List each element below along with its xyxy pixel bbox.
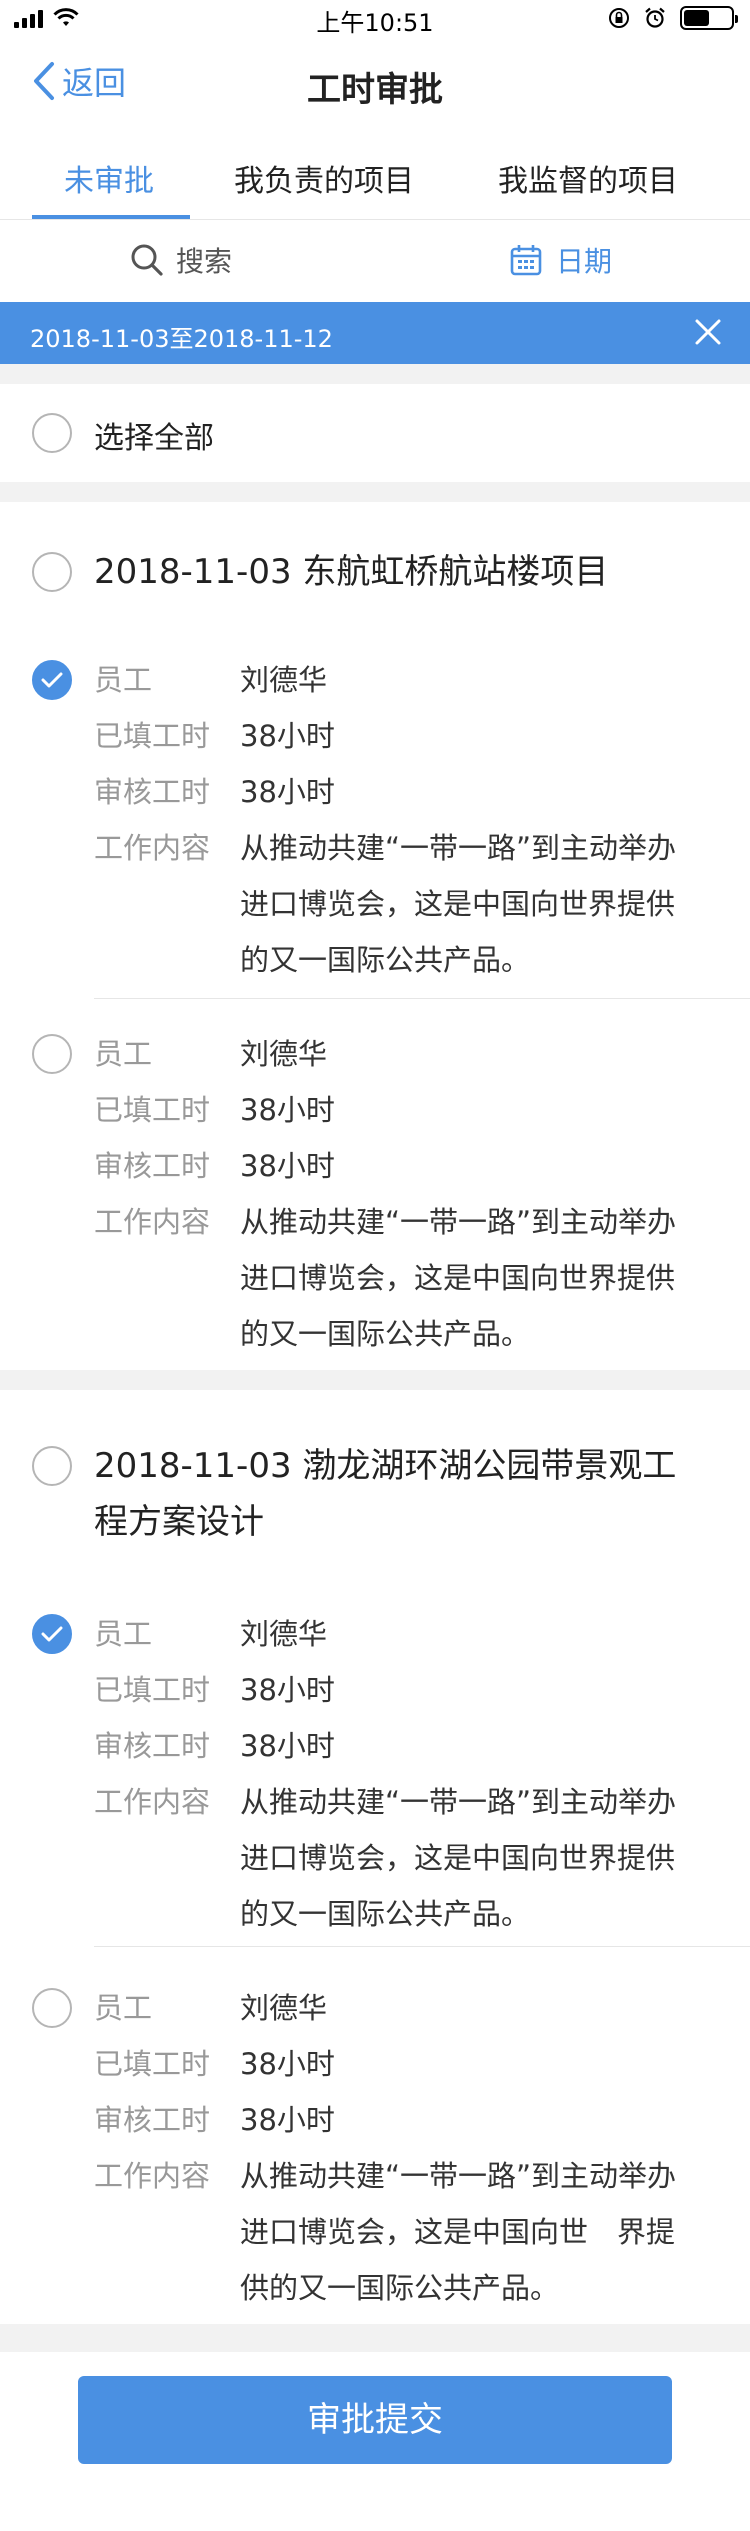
project-card: 2018-11-03 东航虹桥航站楼项目 员工 刘德华 已填工时 38小时 审核工时… xyxy=(0,502,750,1370)
project-title: 2018-11-03 渤龙湖环湖公园带景观工 程方案设计 xyxy=(94,1446,677,1542)
filter-bar: 搜索 日期 xyxy=(0,220,750,302)
divider xyxy=(94,998,750,999)
status-time: 上午10:51 xyxy=(316,8,434,37)
content-label: 工作内容 xyxy=(94,831,211,865)
tab-my-projects[interactable]: 我负责的项目 xyxy=(234,156,414,200)
content-label: 工作内容 xyxy=(94,1205,211,1239)
page-title: 工时审批 xyxy=(307,70,443,110)
date-label: 日期 xyxy=(556,245,613,278)
tab-bar: 未审批 我负责的项目 我监督的项目 xyxy=(0,130,750,220)
select-all-row[interactable]: 选择全部 xyxy=(0,384,750,482)
entry-checkbox[interactable] xyxy=(32,1614,72,1654)
project-checkbox[interactable] xyxy=(32,1446,72,1486)
reviewed-hours-value: 38小时 xyxy=(240,1729,335,1763)
active-tab-indicator xyxy=(32,215,190,219)
filled-hours-value: 38小时 xyxy=(240,719,335,753)
tab-supervised-projects[interactable]: 我监督的项目 xyxy=(498,156,678,200)
content-label: 工作内容 xyxy=(94,2159,211,2193)
filled-hours-row: 已填工时 38小时 xyxy=(94,1082,720,1138)
content-row: 工作内容 从推动共建“一带一路”到主动举办 进口博览会，这是中国向世 界提 供的又一国… xyxy=(94,2148,720,2316)
search-icon xyxy=(131,244,163,276)
checkmark-icon xyxy=(41,1626,63,1642)
status-indicators xyxy=(14,8,79,28)
search-label: 搜索 xyxy=(176,245,233,278)
project-card: 2018-11-03 渤龙湖环湖公园带景观工 程方案设计 员工 刘德华 已填工时 38… xyxy=(0,1390,750,2324)
employee-label: 员工 xyxy=(94,1991,153,2025)
employee-label: 员工 xyxy=(94,1037,153,1071)
employee-value: 刘德华 xyxy=(240,1991,328,2025)
filled-hours-value: 38小时 xyxy=(240,2047,335,2081)
reviewed-hours-label: 审核工时 xyxy=(94,2103,211,2137)
entry-checkbox[interactable] xyxy=(32,1034,72,1074)
employee-value: 刘德华 xyxy=(240,1037,328,1071)
reviewed-hours-label: 审核工时 xyxy=(94,775,211,809)
submit-approval-button[interactable]: 审批提交 xyxy=(78,2376,672,2464)
calendar-icon xyxy=(510,245,542,276)
select-all-label: 选择全部 xyxy=(94,421,214,456)
reviewed-hours-value: 38小时 xyxy=(240,2103,335,2137)
select-all-checkbox[interactable] xyxy=(32,413,72,453)
reviewed-hours-row: 审核工时 38小时 xyxy=(94,1718,720,1774)
employee-label: 员工 xyxy=(94,1617,153,1651)
close-icon[interactable] xyxy=(692,316,724,348)
reviewed-hours-row: 审核工时 38小时 xyxy=(94,764,720,820)
filled-hours-label: 已填工时 xyxy=(94,2047,211,2081)
content-label: 工作内容 xyxy=(94,1785,211,1819)
content-row: 工作内容 从推动共建“一带一路”到主动举办 进口博览会，这是中国向世界提供 的又一国际… xyxy=(94,820,720,988)
filled-hours-row: 已填工时 38小时 xyxy=(94,708,720,764)
content-value: 从推动共建“一带一路”到主动举办 进口博览会，这是中国向世界提供 的又一国际公共产品… xyxy=(240,1785,677,1931)
content-value: 从推动共建“一带一路”到主动举办 进口博览会，这是中国向世界提供 的又一国际公共产品… xyxy=(240,1205,677,1351)
project-checkbox[interactable] xyxy=(32,552,72,592)
employee-row: 员工 刘德华 xyxy=(94,1026,720,1082)
filled-hours-label: 已填工时 xyxy=(94,1093,211,1127)
reviewed-hours-label: 审核工时 xyxy=(94,1149,211,1183)
employee-value: 刘德华 xyxy=(240,1617,328,1651)
employee-row: 员工 刘德华 xyxy=(94,652,720,708)
filled-hours-label: 已填工时 xyxy=(94,719,211,753)
search-button[interactable]: 搜索 xyxy=(130,240,232,280)
battery-icon xyxy=(680,6,738,30)
divider xyxy=(94,1946,750,1947)
filled-hours-value: 38小时 xyxy=(240,1093,335,1127)
employee-label: 员工 xyxy=(94,663,153,697)
employee-value: 刘德华 xyxy=(240,663,328,697)
content-row: 工作内容 从推动共建“一带一路”到主动举办 进口博览会，这是中国向世界提供 的又一国际… xyxy=(94,1194,720,1362)
entry-checkbox[interactable] xyxy=(32,1988,72,2028)
entry-checkbox[interactable] xyxy=(32,660,72,700)
filled-hours-label: 已填工时 xyxy=(94,1673,211,1707)
wifi-icon xyxy=(53,8,79,26)
checkmark-icon xyxy=(41,672,63,688)
filled-hours-row: 已填工时 38小时 xyxy=(94,1662,720,1718)
reviewed-hours-value: 38小时 xyxy=(240,775,335,809)
reviewed-hours-label: 审核工时 xyxy=(94,1729,211,1763)
content-value: 从推动共建“一带一路”到主动举办 进口博览会，这是中国向世 界提 供的又一国际公共产… xyxy=(240,2159,677,2305)
content-row: 工作内容 从推动共建“一带一路”到主动举办 进口博览会，这是中国向世界提供 的又一国际… xyxy=(94,1774,720,1942)
employee-row: 员工 刘德华 xyxy=(94,1606,720,1662)
employee-row: 员工 刘德华 xyxy=(94,1980,720,2036)
alarm-icon xyxy=(645,7,665,28)
date-filter-button[interactable]: 日期 xyxy=(510,240,612,280)
status-right xyxy=(608,6,738,30)
signal-icon xyxy=(14,8,43,28)
reviewed-hours-row: 审核工时 38小时 xyxy=(94,2092,720,2148)
content-value: 从推动共建“一带一路”到主动举办 进口博览会，这是中国向世界提供 的又一国际公共产品… xyxy=(240,831,677,977)
reviewed-hours-value: 38小时 xyxy=(240,1149,335,1183)
filled-hours-value: 38小时 xyxy=(240,1673,335,1707)
reviewed-hours-row: 审核工时 38小时 xyxy=(94,1138,720,1194)
status-bar: 上午10:51 xyxy=(0,0,750,40)
filled-hours-row: 已填工时 38小时 xyxy=(94,2036,720,2092)
date-range-text: 2018-11-03至2018-11-12 xyxy=(30,325,333,353)
project-title: 2018-11-03 东航虹桥航站楼项目 xyxy=(94,552,609,592)
nav-bar: 返回 工时审批 xyxy=(0,40,750,130)
footer-bar: 审批提交 xyxy=(0,2352,750,2531)
date-range-banner: 2018-11-03至2018-11-12 xyxy=(0,302,750,364)
rotation-lock-icon xyxy=(609,8,629,28)
tab-unapproved[interactable]: 未审批 xyxy=(64,156,154,200)
